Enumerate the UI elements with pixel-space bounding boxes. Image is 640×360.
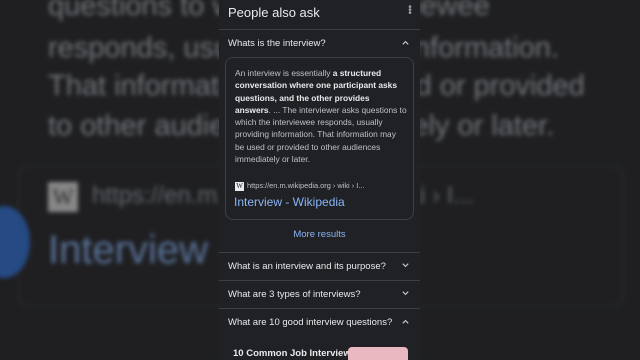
answer-title: 10 Common Job Interview [233,348,351,359]
more-options-icon[interactable]: • • • [408,3,412,19]
paa-question[interactable]: What is an interview and its purpose? [219,252,420,280]
chevron-up-icon [401,317,410,326]
chevron-down-icon [401,261,410,270]
question-label: What is an interview and its purpose? [228,261,386,272]
paa-header: People also ask [228,5,320,20]
wikipedia-icon: W [235,181,244,191]
thumbnail-image [348,347,408,360]
wikipedia-logo-icon: W [48,182,78,212]
chevron-down-icon [401,289,410,298]
question-label: Whats is the interview? [228,38,326,49]
question-label: What are 3 types of interviews? [228,289,361,300]
source-title-link[interactable]: Interview - Wikipedia [234,195,345,209]
answer-card-partial[interactable]: 10 Common Job Interview [225,345,414,360]
question-label: What are 10 good interview questions? [228,317,393,328]
people-also-ask-panel: People also ask • • • Whats is the intervi… [219,0,420,360]
answer-card: An interview is essentially a structured… [225,57,414,220]
answer-text: An interview is essentially a structured… [235,68,407,165]
chevron-up-icon [401,38,410,47]
paa-question[interactable]: What are 3 types of interviews? [219,280,420,308]
more-results-button[interactable]: More results [219,229,420,240]
paa-question-expanded[interactable]: Whats is the interview? [219,29,420,57]
paa-question-expanded[interactable]: What are 10 good interview questions? [219,308,420,336]
source-url: https://en.m.wikipedia.org › wiki › I... [247,181,365,190]
source-url-row[interactable]: Whttps://en.m.wikipedia.org › wiki › I..… [235,181,364,191]
